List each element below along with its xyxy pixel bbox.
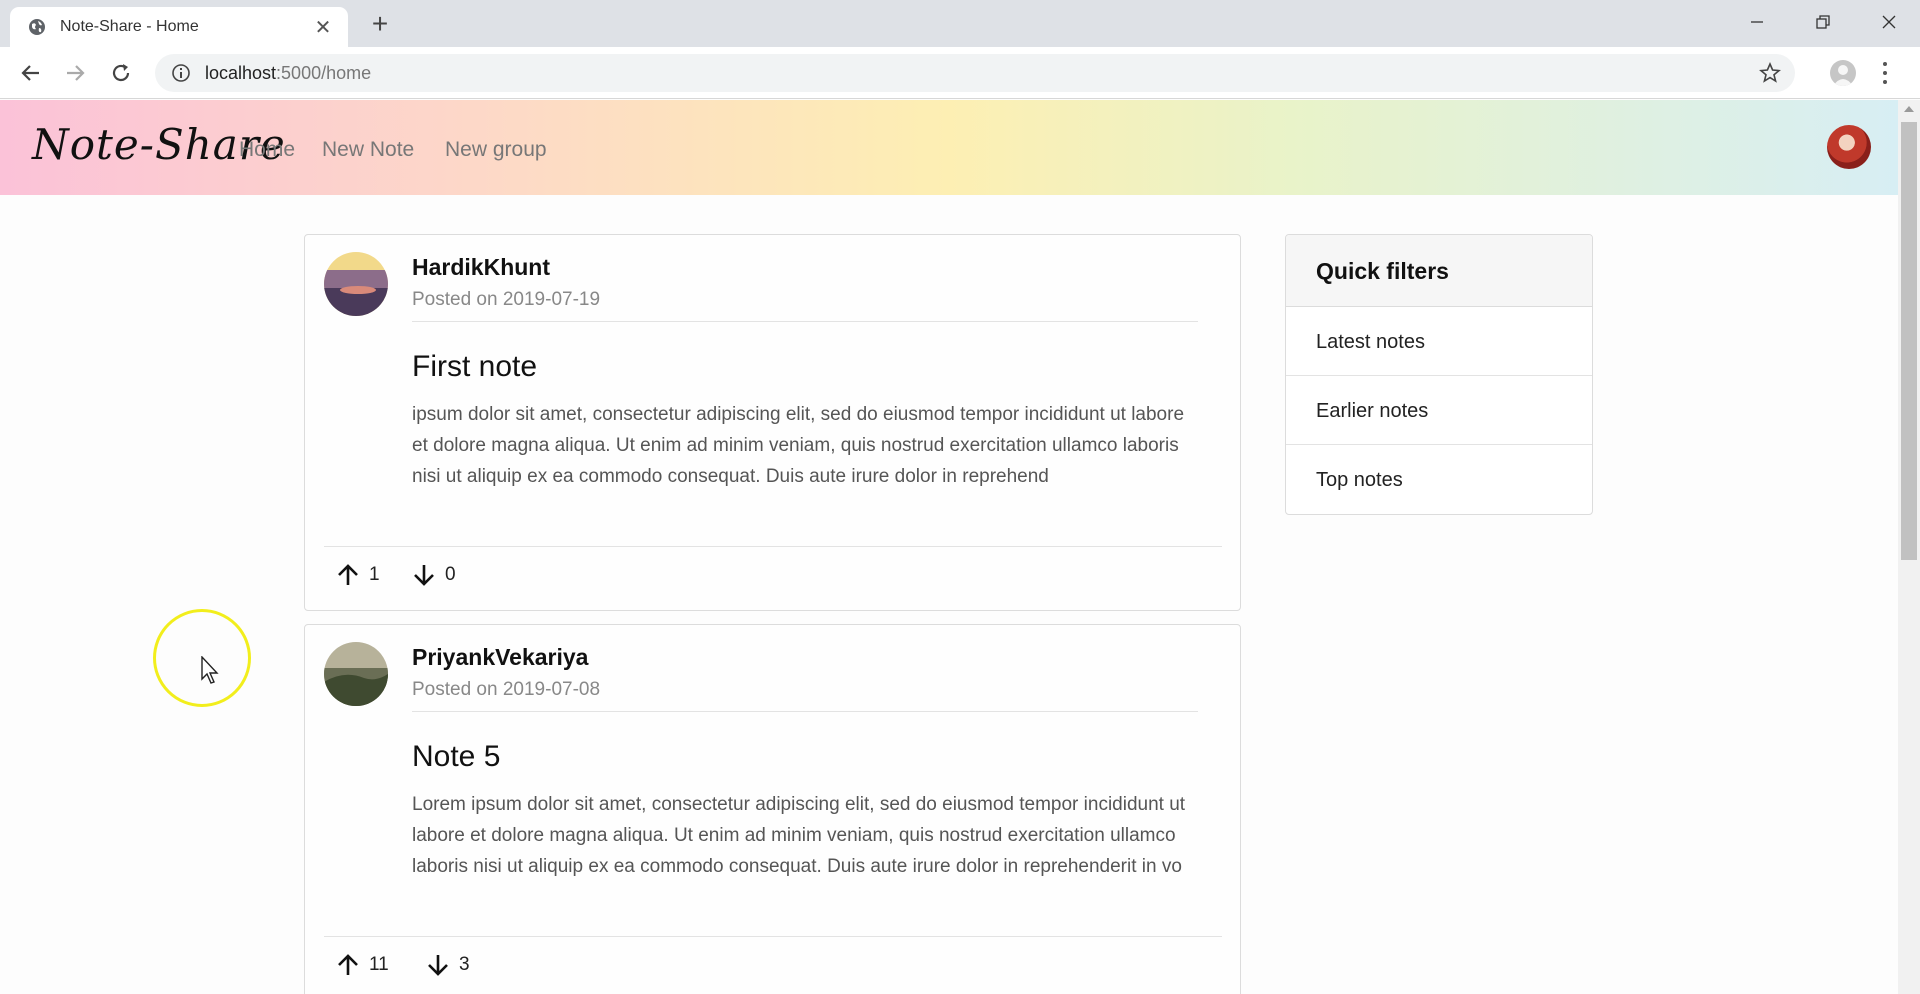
author-avatar (324, 642, 388, 706)
downvote-count: 3 (459, 954, 470, 975)
upvote-button[interactable]: 11 (335, 952, 389, 978)
note-body: Lorem ipsum dolor sit amet, consectetur … (412, 794, 1186, 877)
page-scrollbar[interactable] (1898, 100, 1920, 994)
restore-icon[interactable] (1800, 6, 1846, 38)
post-date: Posted on 2019-07-19 (412, 289, 601, 310)
arrow-up-icon (338, 954, 358, 975)
tab-title: Note-Share - Home (60, 18, 199, 35)
globe-icon (29, 19, 45, 35)
filter-top-notes[interactable]: Top notes (1286, 445, 1592, 514)
scroll-up-arrow-icon[interactable] (1904, 106, 1914, 112)
note-card: HardikKhunt Posted on 2019-07-19 First n… (304, 234, 1241, 611)
note-body: ipsum dolor sit amet, consectetur adipis… (412, 404, 1185, 487)
arrow-up-icon (338, 564, 358, 585)
post-date: Posted on 2019-07-08 (412, 679, 601, 700)
filter-earlier-notes[interactable]: Earlier notes (1286, 376, 1592, 445)
reload-icon[interactable] (107, 59, 135, 87)
downvote-button[interactable]: 0 (411, 562, 456, 588)
minimize-icon[interactable] (1734, 6, 1780, 38)
downvote-button[interactable]: 3 (425, 952, 470, 978)
close-tab-icon[interactable]: ✕ (312, 15, 334, 40)
site-navbar: Note-Share Home New Note New group (0, 100, 1898, 195)
url-path: :5000/home (276, 62, 372, 83)
upvote-button[interactable]: 1 (335, 562, 380, 588)
divider (412, 711, 1198, 712)
address-bar[interactable]: localhost:5000/home (155, 54, 1795, 92)
nav-link-new-note[interactable]: New Note (322, 138, 414, 162)
author-name[interactable]: PriyankVekariya (412, 644, 588, 671)
author-name[interactable]: HardikKhunt (412, 254, 550, 281)
note-title[interactable]: Note 5 (412, 740, 500, 774)
arrow-down-icon (428, 955, 448, 976)
nav-link-new-group[interactable]: New group (445, 138, 547, 162)
user-avatar[interactable] (1827, 125, 1871, 169)
browser-tab-strip: Note-Share - Home ✕ + (0, 0, 1920, 47)
filter-latest-notes[interactable]: Latest notes (1286, 307, 1592, 376)
scrollbar-thumb[interactable] (1901, 122, 1917, 560)
page-viewport: Note-Share Home New Note New group Hardi… (0, 100, 1898, 994)
bookmark-star-icon[interactable] (1759, 62, 1781, 84)
browser-tab[interactable]: Note-Share - Home ✕ (10, 7, 348, 47)
downvote-count: 0 (445, 564, 456, 585)
browser-menu-icon[interactable] (1880, 59, 1890, 87)
quick-filters-panel: Quick filters Latest notes Earlier notes… (1285, 234, 1593, 515)
close-window-icon[interactable] (1866, 6, 1912, 38)
arrow-down-icon (414, 565, 434, 586)
upvote-count: 11 (369, 954, 389, 975)
info-icon[interactable] (171, 63, 191, 83)
mouse-cursor-icon (201, 656, 219, 684)
forward-arrow-icon[interactable] (62, 59, 90, 87)
note-title[interactable]: First note (412, 350, 537, 384)
url-text: localhost:5000/home (205, 63, 371, 84)
back-arrow-icon[interactable] (16, 59, 44, 87)
url-host: localhost (205, 62, 277, 83)
quick-filters-title: Quick filters (1286, 235, 1592, 307)
author-avatar (324, 252, 388, 316)
browser-profile-icon[interactable] (1830, 60, 1856, 86)
nav-link-home[interactable]: Home (239, 138, 295, 162)
browser-toolbar: localhost:5000/home (0, 47, 1920, 99)
divider (324, 936, 1222, 937)
divider (412, 321, 1198, 322)
upvote-count: 1 (369, 564, 380, 585)
divider (324, 546, 1222, 547)
new-tab-icon[interactable]: + (366, 10, 394, 38)
note-card: PriyankVekariya Posted on 2019-07-08 Not… (304, 624, 1241, 994)
